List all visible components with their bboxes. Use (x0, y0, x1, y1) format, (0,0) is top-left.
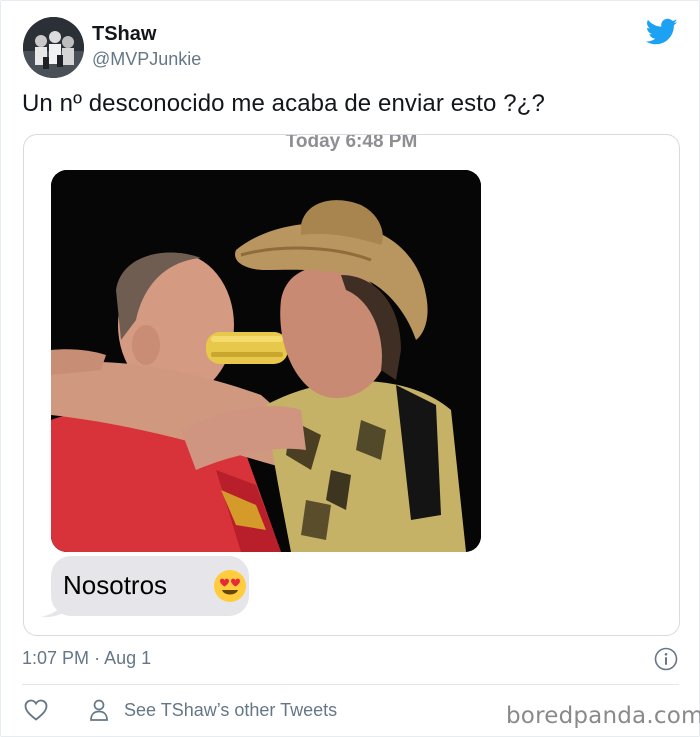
see-other-tweets-link[interactable]: See TShaw’s other Tweets (124, 700, 337, 721)
message-bubble: Nosotros (51, 556, 249, 616)
user-handle[interactable]: @MVPJunkie (92, 49, 201, 70)
tweet-timestamp[interactable]: 1:07 PM · Aug 1 (22, 648, 151, 669)
heart-eyes-emoji-icon (214, 570, 246, 602)
divider (22, 684, 679, 685)
message-timestamp: Today 6:48 PM (285, 134, 418, 152)
message-photo (51, 170, 481, 552)
person-icon[interactable] (89, 699, 109, 721)
avatar[interactable] (23, 17, 84, 78)
message-text: Nosotros (63, 570, 168, 600)
tweet-date: Aug 1 (104, 648, 152, 668)
tweet-media[interactable]: Today 6:48 PM Nosotros (23, 134, 680, 636)
info-icon[interactable] (654, 647, 678, 671)
twitter-bird-icon[interactable] (645, 18, 678, 46)
heart-icon[interactable] (24, 699, 48, 721)
display-name[interactable]: TShaw (92, 23, 156, 46)
tweet-card: TShaw @MVPJunkie Un nº desconocido me ac… (0, 0, 700, 737)
watermark: boredpanda.com (506, 703, 700, 729)
meta-separator: · (94, 648, 101, 668)
tweet-time: 1:07 PM (22, 648, 90, 668)
tweet-text: Un nº desconocido me acaba de enviar est… (22, 90, 545, 117)
